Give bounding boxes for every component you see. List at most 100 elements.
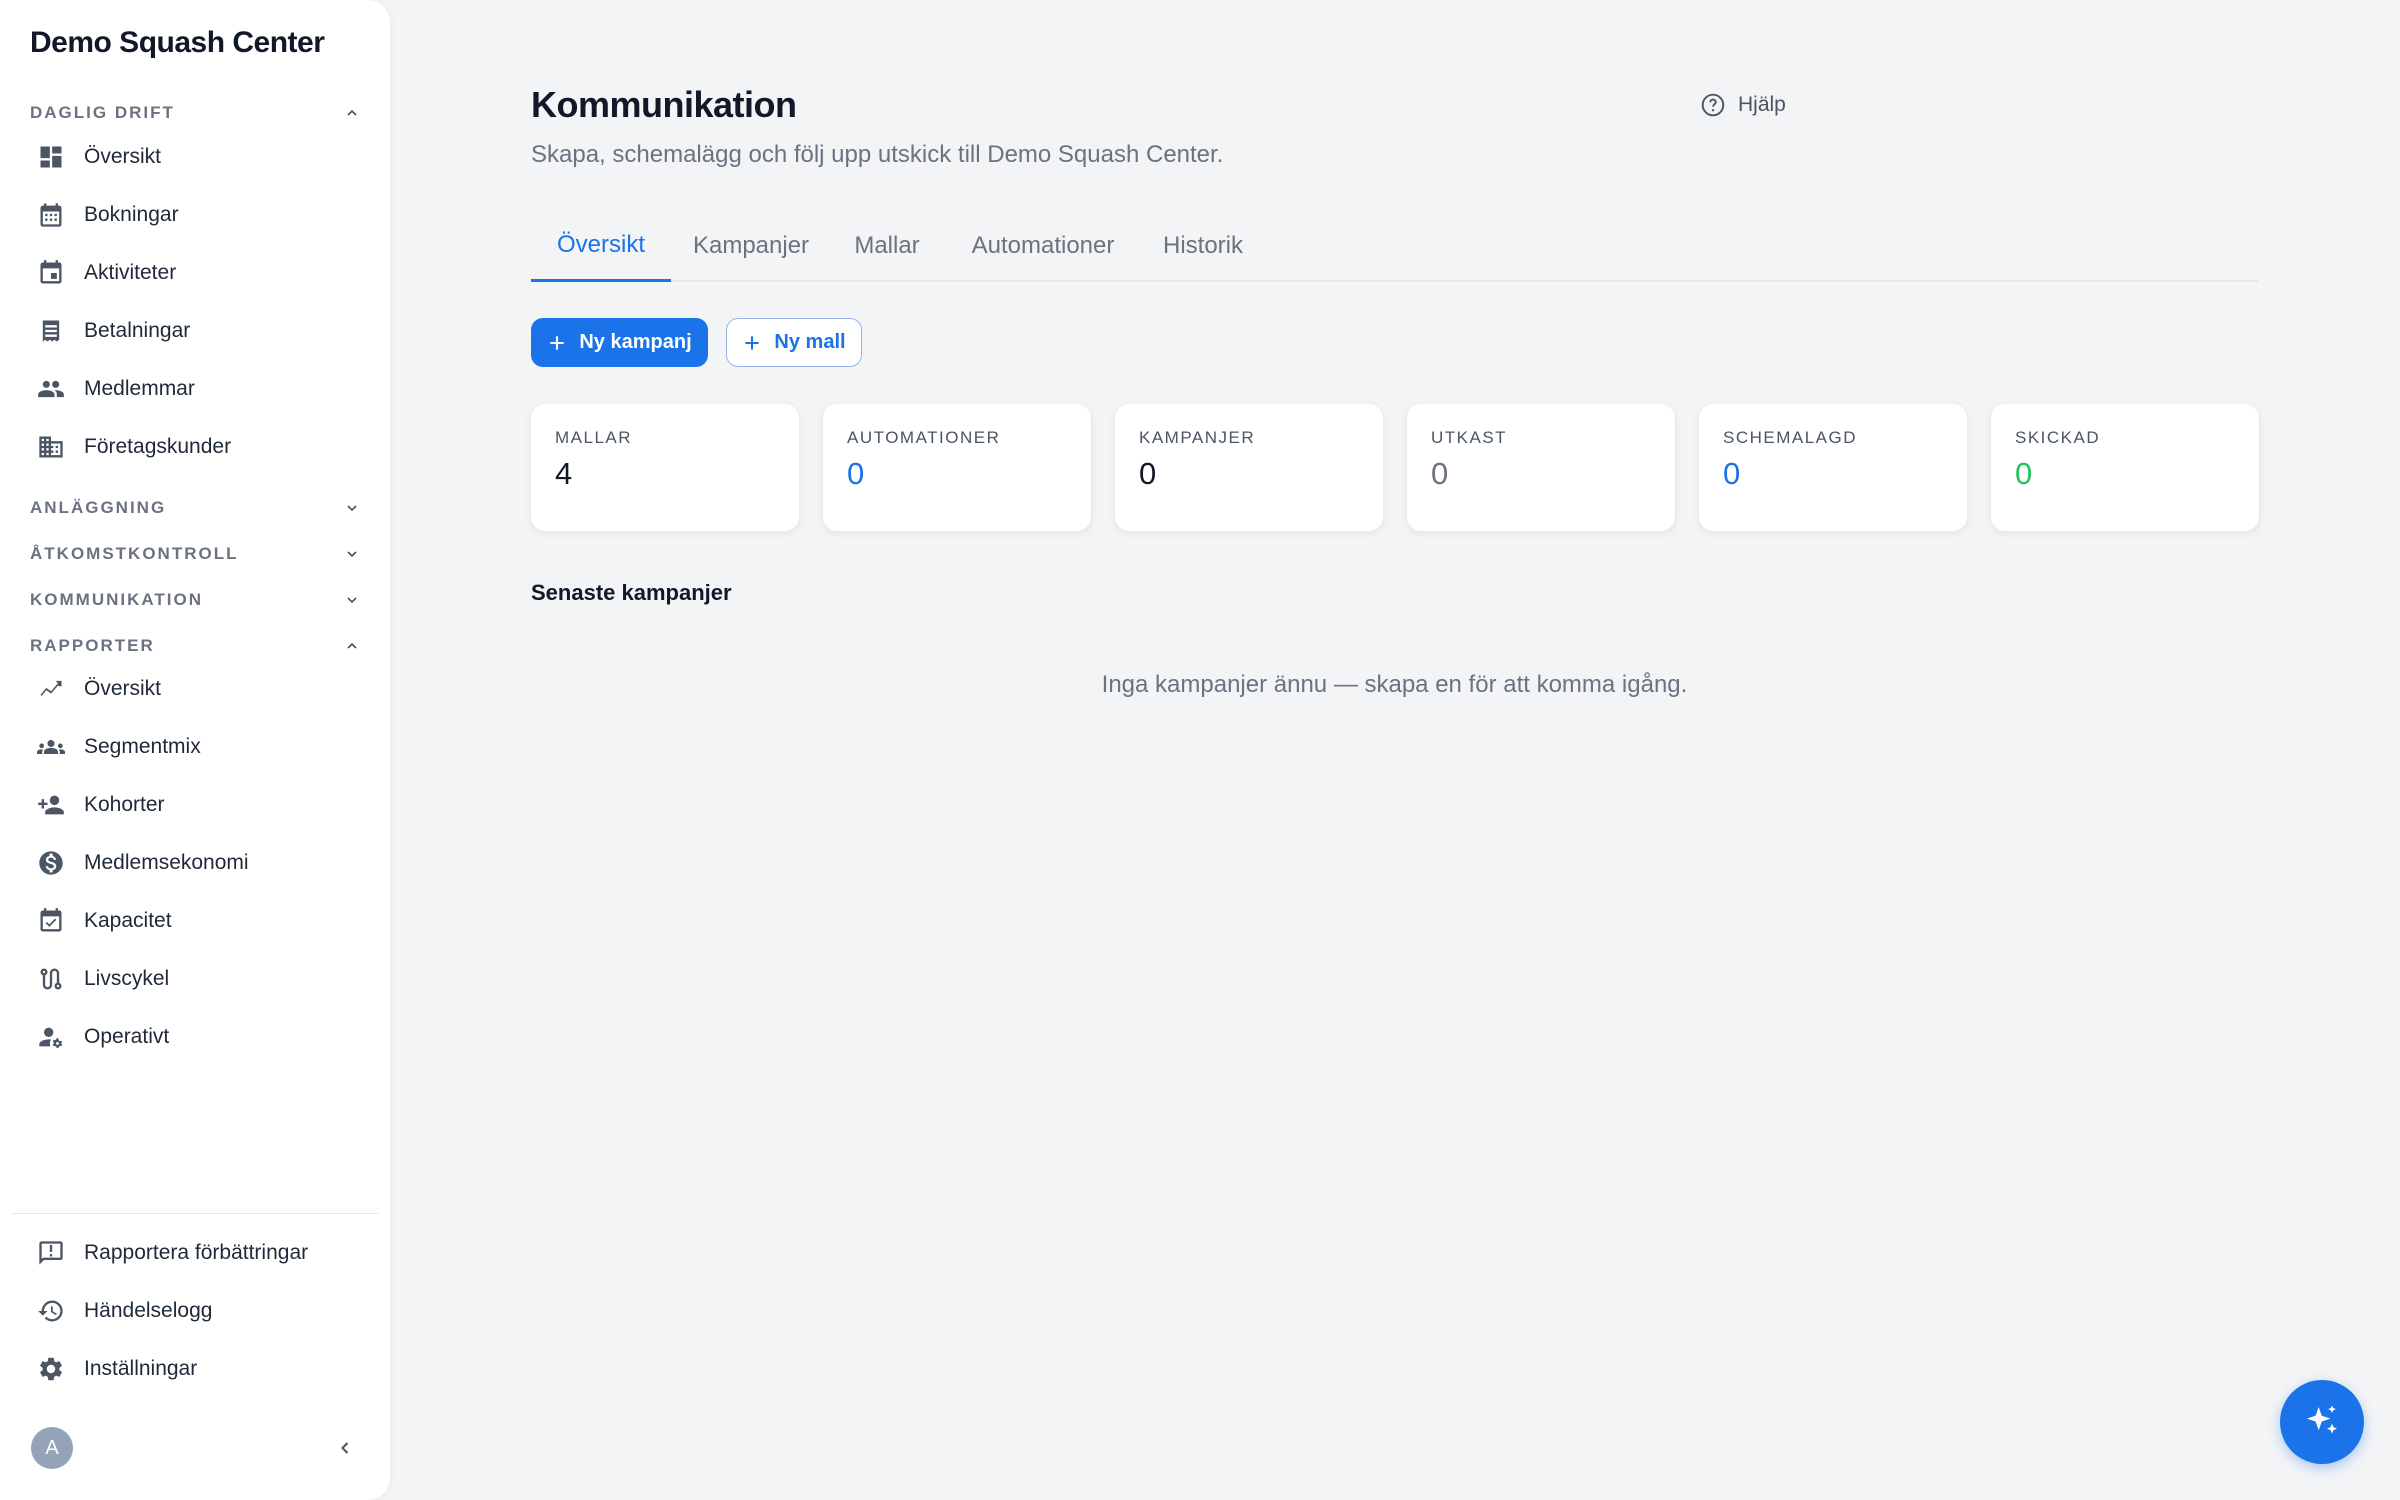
chevron-up-icon xyxy=(347,109,357,116)
sidebar-item-label: Kohorter xyxy=(84,793,165,816)
sidebar-item-label: Händelselogg xyxy=(84,1299,213,1322)
sidebar-item-installningar[interactable]: Inställningar xyxy=(36,1345,360,1393)
chevron-down-icon xyxy=(347,551,357,558)
gear-icon xyxy=(36,1354,66,1384)
sidebar-item-label: Inställningar xyxy=(84,1357,198,1380)
stat-card-skickad: SKICKAD 0 xyxy=(1991,404,2259,531)
stat-value: 0 xyxy=(847,456,865,491)
new-campaign-label: Ny kampanj xyxy=(579,331,692,353)
collapse-sidebar-button[interactable] xyxy=(330,1433,360,1463)
section-title: KOMMUNIKATION xyxy=(30,590,203,609)
sidebar-item-handelselogg[interactable]: Händelselogg xyxy=(36,1287,360,1335)
sidebar-item-betalningar[interactable]: Betalningar xyxy=(36,307,360,355)
route-icon xyxy=(36,964,66,994)
section-daglig-drift[interactable]: DAGLIG DRIFT xyxy=(30,98,360,128)
stat-value: 4 xyxy=(555,456,573,491)
new-template-button[interactable]: Ny mall xyxy=(726,318,862,367)
feedback-icon xyxy=(36,1238,66,1268)
section-anlaggning[interactable]: ANLÄGGNING xyxy=(30,493,360,523)
new-template-label: Ny mall xyxy=(774,331,846,353)
new-campaign-button[interactable]: Ny kampanj xyxy=(531,318,708,367)
sidebar-item-label: Betalningar xyxy=(84,319,191,342)
stat-card-utkast: UTKAST 0 xyxy=(1407,404,1675,531)
sidebar-item-label: Medlemmar xyxy=(84,377,195,400)
stat-label: SCHEMALAGD xyxy=(1723,428,1858,447)
history-icon xyxy=(36,1296,66,1326)
tab-mallar[interactable]: Mallar xyxy=(831,210,943,282)
sidebar-item-label: Segmentmix xyxy=(84,735,201,758)
sidebar-item-kohorter[interactable]: Kohorter xyxy=(36,781,360,829)
stat-value: 0 xyxy=(1431,456,1449,491)
sidebar-item-foretagskunder[interactable]: Företagskunder xyxy=(36,423,360,471)
sidebar-item-aktiviteter[interactable]: Aktiviteter xyxy=(36,249,360,297)
sidebar-item-label: Bokningar xyxy=(84,203,179,226)
tab-oversikt[interactable]: Översikt xyxy=(531,210,671,282)
sidebar-item-medlemmar[interactable]: Medlemmar xyxy=(36,365,360,413)
stat-card-mallar: MALLAR 4 xyxy=(531,404,799,531)
chevron-down-icon xyxy=(347,597,357,604)
help-icon xyxy=(1701,93,1725,117)
sidebar-item-label: Kapacitet xyxy=(84,909,172,932)
plus-icon xyxy=(550,335,565,350)
ai-assistant-button[interactable] xyxy=(2280,1380,2364,1464)
groups-icon xyxy=(36,732,66,762)
help-label: Hjälp xyxy=(1738,93,1786,116)
manage-accounts-icon xyxy=(36,1022,66,1052)
section-title: ÅTKOMSTKONTROLL xyxy=(30,544,239,563)
chevron-up-icon xyxy=(347,642,357,649)
sidebar-item-oversikt[interactable]: Översikt xyxy=(36,133,360,181)
avatar[interactable]: A xyxy=(31,1427,73,1469)
sidebar-item-kapacitet[interactable]: Kapacitet xyxy=(36,897,360,945)
page-title: Kommunikation xyxy=(531,84,797,125)
chevron-down-icon xyxy=(347,505,357,512)
sidebar-item-operativt[interactable]: Operativt xyxy=(36,1013,360,1061)
chevron-left-icon xyxy=(341,1442,349,1454)
section-title: DAGLIG DRIFT xyxy=(30,103,175,122)
stat-label: KAMPANJER xyxy=(1139,428,1256,447)
dashboard-icon xyxy=(36,142,66,172)
stat-label: AUTOMATIONER xyxy=(847,428,1001,447)
stat-card-automationer: AUTOMATIONER 0 xyxy=(823,404,1091,531)
sidebar-item-label: Rapportera förbättringar xyxy=(84,1241,309,1264)
people-icon xyxy=(36,374,66,404)
section-rapporter[interactable]: RAPPORTER xyxy=(30,631,360,661)
stat-value: 0 xyxy=(2015,456,2033,491)
stat-value: 0 xyxy=(1723,456,1741,491)
recent-campaigns-title: Senaste kampanjer xyxy=(531,580,732,605)
stat-label: MALLAR xyxy=(555,428,633,447)
event-available-icon xyxy=(36,906,66,936)
help-button[interactable]: Hjälp xyxy=(1700,92,1786,118)
tab-kampanjer[interactable]: Kampanjer xyxy=(671,210,831,282)
sidebar-item-label: Aktiviteter xyxy=(84,261,177,284)
empty-state-text: Inga kampanjer ännu — skapa en för att k… xyxy=(1101,671,1688,698)
sidebar-item-medlemsekonomi[interactable]: Medlemsekonomi xyxy=(36,839,360,887)
section-kommunikation[interactable]: KOMMUNIKATION xyxy=(30,585,360,615)
building-icon xyxy=(36,432,66,462)
stat-card-schemalagd: SCHEMALAGD 0 xyxy=(1699,404,1967,531)
tab-historik[interactable]: Historik xyxy=(1143,210,1263,282)
sidebar-item-label: Medlemsekonomi xyxy=(84,851,249,874)
sidebar-divider xyxy=(12,1213,378,1214)
sidebar: Demo Squash Center DAGLIG DRIFT Översikt… xyxy=(0,0,390,1500)
sidebar-item-rapporter-oversikt[interactable]: Översikt xyxy=(36,665,360,713)
calendar-event-icon xyxy=(36,258,66,288)
calendar-grid-icon xyxy=(36,200,66,230)
plus-icon xyxy=(745,335,760,350)
stat-card-kampanjer: KAMPANJER 0 xyxy=(1115,404,1383,531)
brand-name: Demo Squash Center xyxy=(30,26,325,59)
sidebar-item-bokningar[interactable]: Bokningar xyxy=(36,191,360,239)
sparkle-icon xyxy=(2307,1405,2337,1434)
dollar-circle-icon xyxy=(36,848,66,878)
sidebar-item-livscykel[interactable]: Livscykel xyxy=(36,955,360,1003)
sidebar-item-rapportera-forbattringar[interactable]: Rapportera förbättringar xyxy=(36,1229,360,1277)
section-atkomstkontroll[interactable]: ÅTKOMSTKONTROLL xyxy=(30,539,360,569)
page-subtitle: Skapa, schemalägg och följ upp utskick t… xyxy=(531,141,1224,168)
sidebar-item-segmentmix[interactable]: Segmentmix xyxy=(36,723,360,771)
sidebar-item-label: Livscykel xyxy=(84,967,170,990)
tab-automationer[interactable]: Automationer xyxy=(943,210,1143,282)
tab-bar: Översikt Kampanjer Mallar Automationer H… xyxy=(531,210,2258,282)
stat-label: UTKAST xyxy=(1431,428,1508,447)
sidebar-item-label: Översikt xyxy=(84,677,162,700)
section-title: RAPPORTER xyxy=(30,636,155,655)
stat-value: 0 xyxy=(1139,456,1157,491)
